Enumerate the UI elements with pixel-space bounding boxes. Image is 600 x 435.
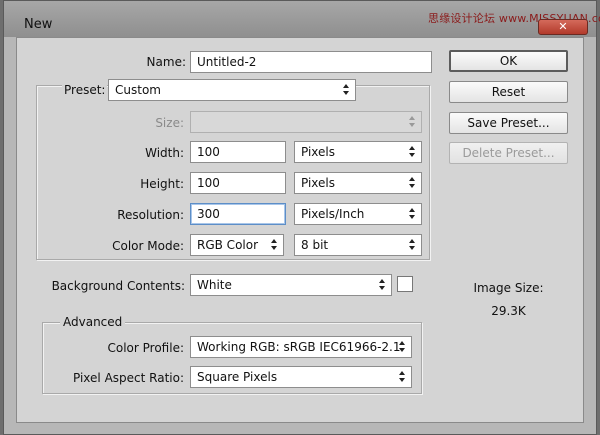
updown-arrows-icon <box>399 340 406 354</box>
ok-button[interactable]: OK <box>449 50 568 72</box>
height-unit-select[interactable]: Pixels <box>294 172 422 194</box>
color-profile-value: Working RGB: sRGB IEC61966-2.1 <box>197 340 401 354</box>
reset-button[interactable]: Reset <box>449 81 568 103</box>
background-contents-label: Background Contents: <box>51 279 185 293</box>
width-input[interactable]: 100 <box>190 141 286 163</box>
updown-arrows-icon <box>409 115 416 129</box>
updown-arrows-icon <box>409 145 416 159</box>
color-profile-label: Color Profile: <box>107 341 185 355</box>
updown-arrows-icon <box>343 83 350 97</box>
name-label: Name: <box>146 55 186 69</box>
pixel-aspect-ratio-label: Pixel Aspect Ratio: <box>73 371 184 385</box>
background-contents-value: White <box>197 278 232 292</box>
updown-arrows-icon <box>379 278 386 292</box>
updown-arrows-icon <box>409 207 416 221</box>
bit-depth-select[interactable]: 8 bit <box>294 234 422 256</box>
height-unit-value: Pixels <box>301 176 336 190</box>
height-input[interactable]: 100 <box>190 172 286 194</box>
close-button[interactable]: ✕ <box>538 19 588 35</box>
delete-preset-button: Delete Preset... <box>449 142 568 164</box>
name-input[interactable]: Untitled-2 <box>190 51 432 73</box>
color-mode-label: Color Mode: <box>112 239 184 253</box>
height-label: Height: <box>140 177 184 191</box>
preset-label: Preset: <box>62 83 108 97</box>
image-size-label: Image Size: <box>473 281 544 295</box>
size-label: Size: <box>155 116 184 130</box>
pixel-aspect-ratio-value: Square Pixels <box>197 370 278 384</box>
image-size-value: 29.3K <box>491 304 526 318</box>
save-preset-button[interactable]: Save Preset... <box>449 112 568 134</box>
resolution-unit-value: Pixels/Inch <box>301 207 365 221</box>
updown-arrows-icon <box>409 176 416 190</box>
resolution-label: Resolution: <box>117 208 184 222</box>
resolution-unit-select[interactable]: Pixels/Inch <box>294 203 422 225</box>
resolution-input[interactable]: 300 <box>190 203 286 225</box>
width-label: Width: <box>145 146 184 160</box>
size-select <box>190 111 422 133</box>
bit-depth-value: 8 bit <box>301 238 329 252</box>
color-mode-select[interactable]: RGB Color <box>190 234 284 256</box>
background-contents-select[interactable]: White <box>190 274 392 296</box>
color-mode-value: RGB Color <box>197 238 259 252</box>
width-unit-select[interactable]: Pixels <box>294 141 422 163</box>
close-icon: ✕ <box>558 20 568 33</box>
title-bar[interactable]: New 思缘设计论坛 www.MISSYUAN.com ✕ <box>4 1 600 37</box>
updown-arrows-icon <box>271 238 278 252</box>
width-unit-value: Pixels <box>301 145 336 159</box>
window-title: New <box>24 17 53 32</box>
preset-select[interactable]: Custom <box>108 79 356 101</box>
pixel-aspect-ratio-select[interactable]: Square Pixels <box>190 366 412 388</box>
updown-arrows-icon <box>399 370 406 384</box>
color-profile-select[interactable]: Working RGB: sRGB IEC61966-2.1 <box>190 336 412 358</box>
preset-value: Custom <box>115 83 161 97</box>
background-color-swatch[interactable] <box>397 276 413 292</box>
updown-arrows-icon <box>409 238 416 252</box>
advanced-title: Advanced <box>60 315 126 329</box>
